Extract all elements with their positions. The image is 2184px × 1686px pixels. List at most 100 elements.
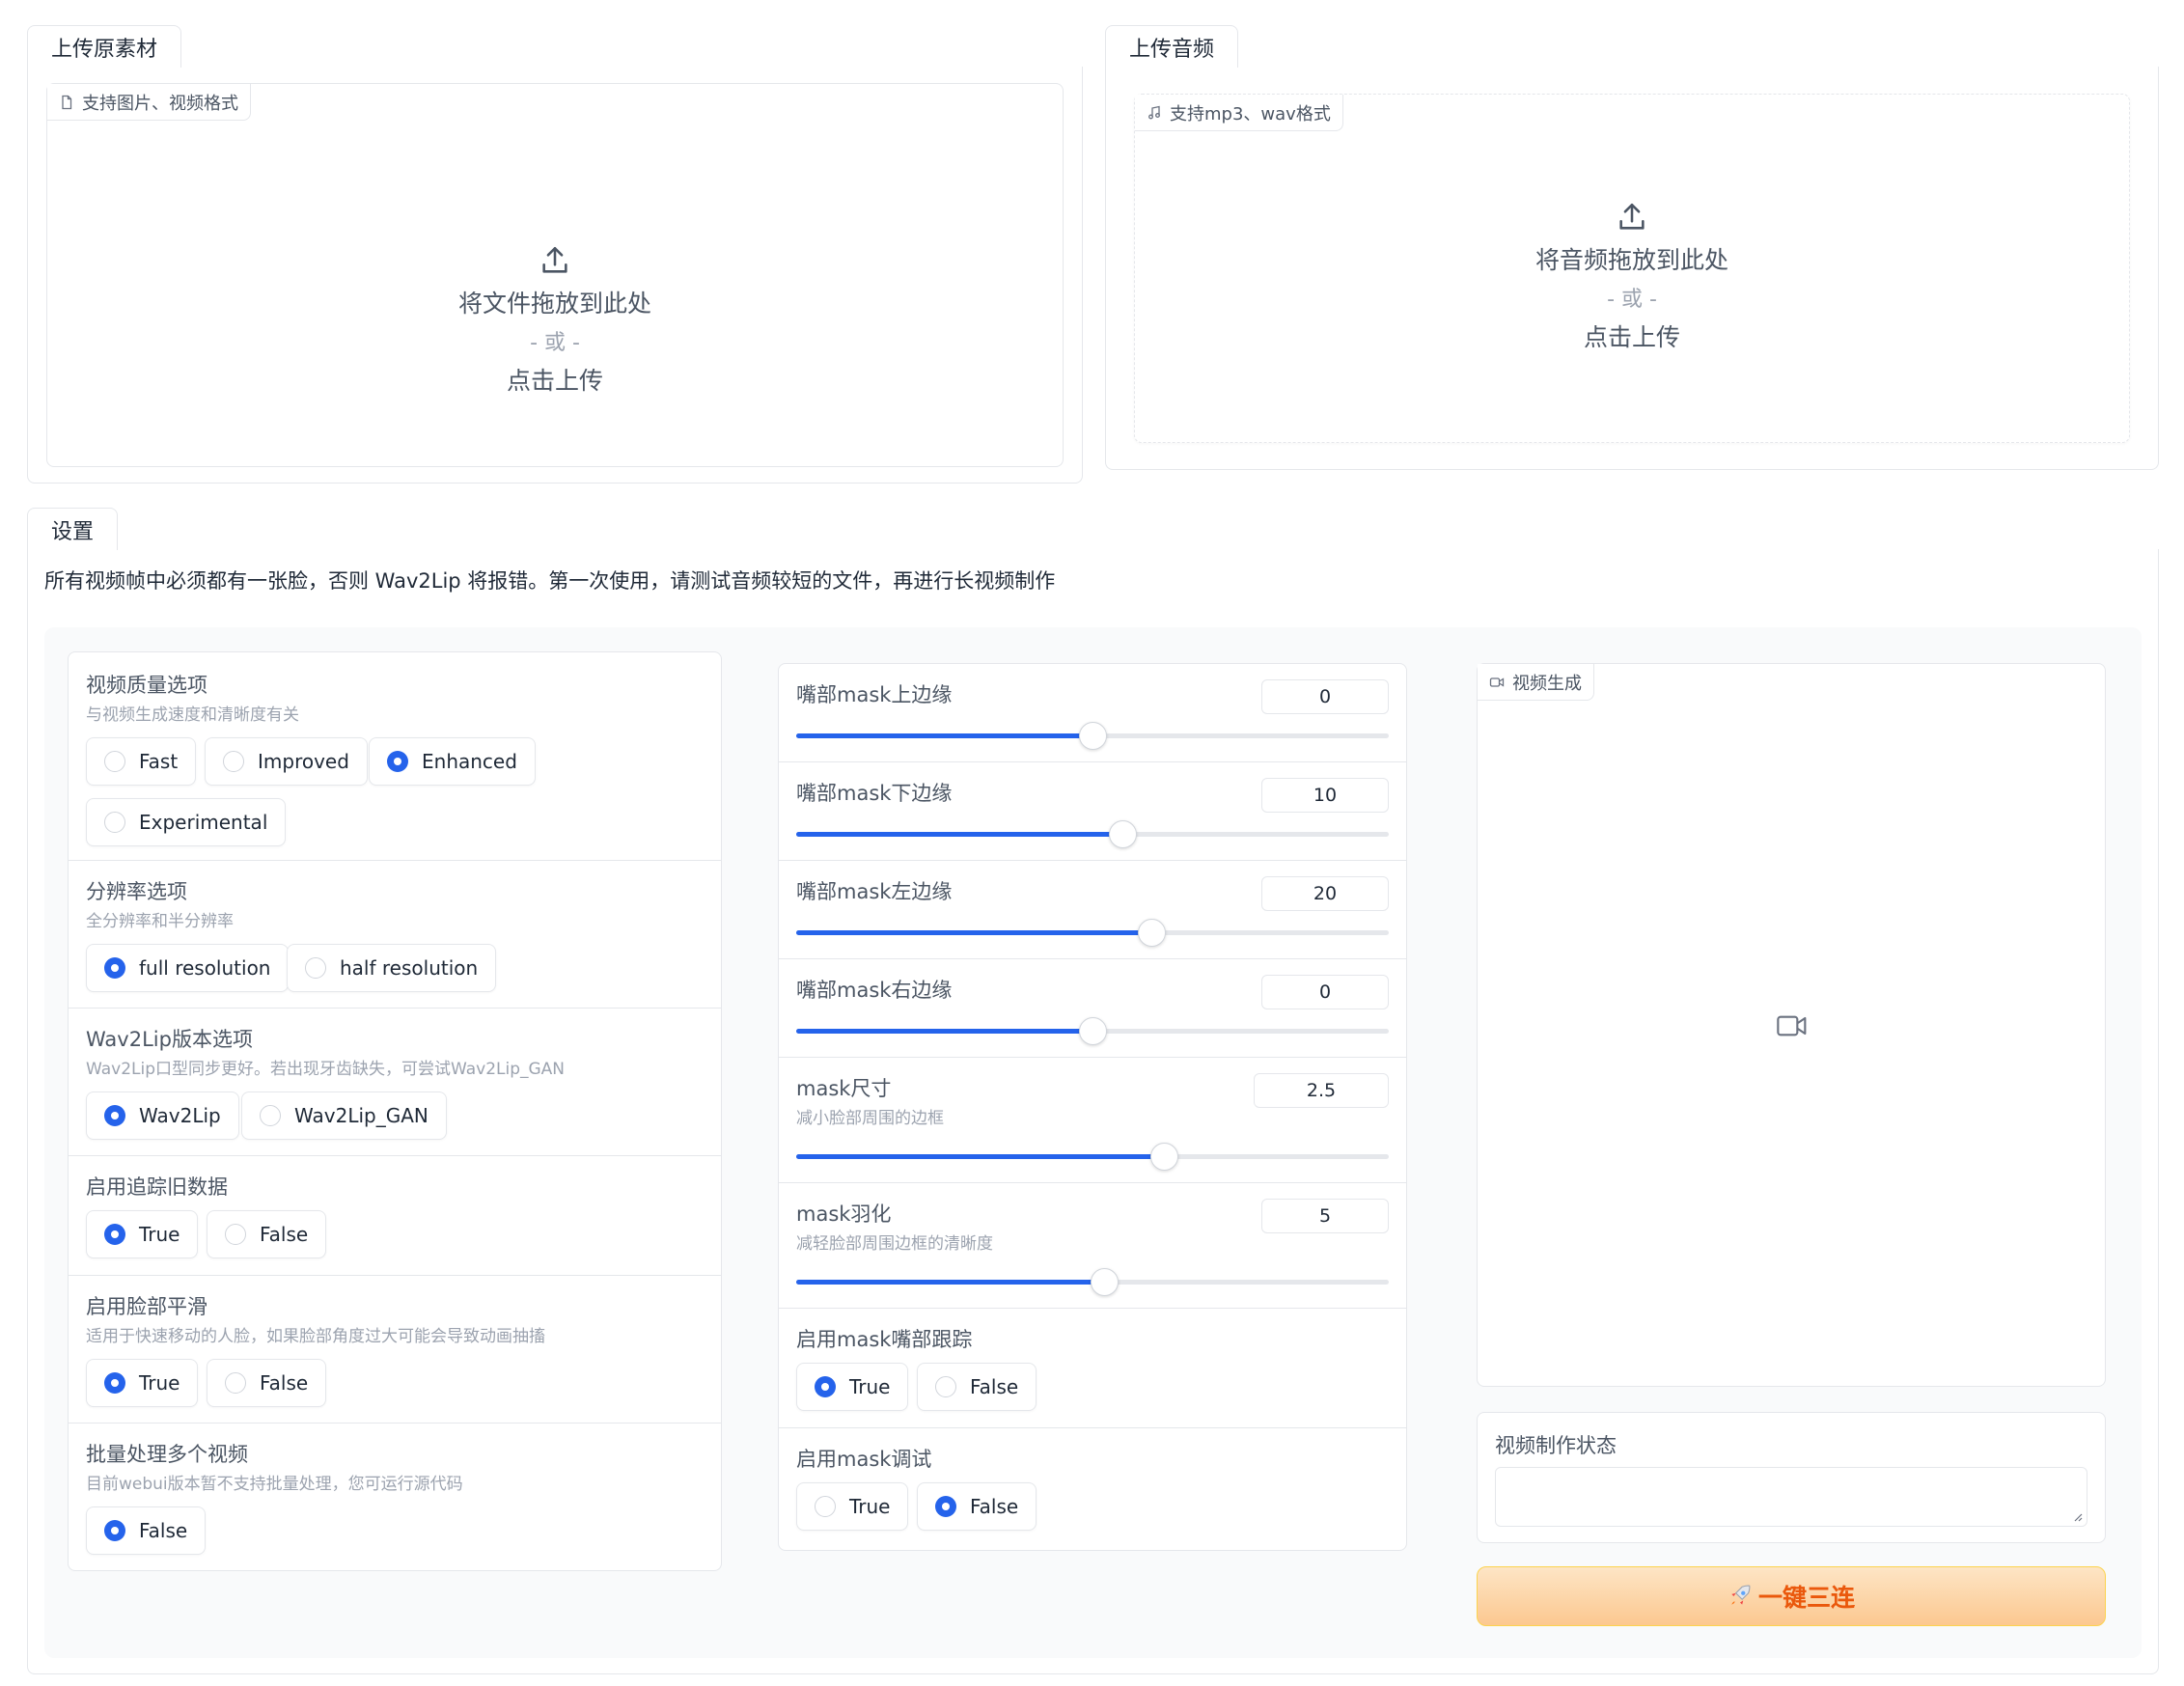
status-title: 视频制作状态 (1495, 1434, 1617, 1457)
batch-option-false[interactable]: False (86, 1506, 207, 1555)
quality-option-fast[interactable]: Fast (86, 737, 197, 786)
quality-option-experimental[interactable]: Experimental (86, 798, 287, 846)
resolution-section: 分辨率选项 全分辨率和半分辨率 full resolution half res… (69, 861, 721, 1009)
mask-feather-input[interactable]: 5 (1261, 1199, 1389, 1233)
mask-left-input[interactable]: 20 (1261, 876, 1389, 911)
upload-icon (542, 246, 567, 273)
resolution-option-label: full resolution (139, 956, 271, 980)
mask-debug-title: 启用mask调试 (796, 1448, 932, 1471)
smooth-info: 适用于快速移动的人脸，如果脸部角度过大可能会导致动画抽搐 (86, 1327, 545, 1346)
resolution-option-label: half resolution (340, 956, 479, 980)
quality-info: 与视频生成速度和清晰度有关 (86, 705, 299, 725)
slider-fill (796, 1154, 1164, 1159)
resolution-option-half[interactable]: half resolution (287, 944, 497, 992)
mask-debug-option-label: True (849, 1495, 891, 1518)
mask-top-row: 嘴部mask上边缘 0 (779, 664, 1406, 762)
quality-option-label: Fast (139, 750, 179, 773)
settings-notice: 所有视频帧中必须都有一张脸，否则 Wav2Lip 将报错。第一次使用，请测试音频… (44, 569, 1056, 593)
smooth-section: 启用脸部平滑 适用于快速移动的人脸，如果脸部角度过大可能会导致动画抽搐 True… (69, 1276, 721, 1423)
mask-feather-label: mask羽化 (796, 1202, 892, 1226)
mask-bottom-input[interactable]: 10 (1261, 778, 1389, 813)
rocket-icon (1731, 1585, 1751, 1605)
version-option-label: Wav2Lip (139, 1104, 221, 1127)
tracking-option-false[interactable]: False (207, 1210, 327, 1258)
audio-click-text: 点击上传 (1583, 323, 1680, 351)
slider-thumb[interactable] (1091, 1268, 1120, 1296)
tracking-option-label: False (260, 1223, 309, 1246)
mask-top-input[interactable]: 0 (1261, 679, 1389, 714)
mask-panel: 嘴部mask上边缘 0 嘴部mask下边缘 10 嘴部mask左边缘 20 嘴部… (778, 663, 1407, 1551)
slider-fill (796, 733, 1092, 738)
smooth-option-true[interactable]: True (86, 1359, 199, 1407)
slider-thumb[interactable] (1079, 722, 1107, 750)
video-icon (1489, 677, 1505, 687)
mask-debug-section: 启用mask调试 True False (779, 1428, 1406, 1550)
version-title: Wav2Lip版本选项 (86, 1028, 253, 1051)
mask-left-slider[interactable] (796, 919, 1389, 947)
resize-handle-icon[interactable] (2071, 1510, 2083, 1522)
mask-size-label: mask尺寸 (796, 1077, 892, 1100)
mask-feather-info: 减轻脸部周围边框的清晰度 (796, 1234, 993, 1254)
status-textarea[interactable] (1495, 1467, 2087, 1527)
slider-thumb[interactable] (1108, 820, 1137, 848)
batch-section: 批量处理多个视频 目前webui版本暂不支持批量处理，您可运行源代码 False (69, 1423, 721, 1570)
radio-dot-selected (104, 1520, 125, 1541)
resolution-info: 全分辨率和半分辨率 (86, 912, 234, 931)
music-icon (1148, 105, 1160, 119)
mask-size-row: mask尺寸 减小脸部周围的边框 2.5 (779, 1058, 1406, 1183)
version-option-wav2lip[interactable]: Wav2Lip (86, 1092, 239, 1140)
mask-right-row: 嘴部mask右边缘 0 (779, 959, 1406, 1058)
mask-right-slider[interactable] (796, 1017, 1389, 1045)
tab-settings[interactable]: 设置 (27, 508, 119, 550)
slider-thumb[interactable] (1149, 1143, 1178, 1171)
quality-title: 视频质量选项 (86, 674, 207, 697)
mask-debug-option-label: False (970, 1495, 1019, 1518)
mask-bottom-slider[interactable] (796, 820, 1389, 848)
mask-size-input[interactable]: 2.5 (1254, 1073, 1389, 1108)
video-output[interactable]: 视频生成 (1477, 663, 2106, 1387)
mask-debug-option-true[interactable]: True (796, 1482, 909, 1531)
quality-option-label: Experimental (139, 811, 268, 834)
mask-feather-slider[interactable] (796, 1268, 1389, 1296)
slider-thumb[interactable] (1138, 919, 1167, 947)
mouth-tracking-section: 启用mask嘴部跟踪 True False (779, 1309, 1406, 1428)
mouth-tracking-option-true[interactable]: True (796, 1363, 909, 1411)
radio-dot (260, 1105, 281, 1126)
tracking-title: 启用追踪旧数据 (86, 1175, 228, 1199)
mask-right-label: 嘴部mask右边缘 (796, 979, 953, 1002)
quality-section: 视频质量选项 与视频生成速度和清晰度有关 Fast Improved Enhan… (69, 652, 721, 861)
tab-upload-audio[interactable]: 上传音频 (1105, 25, 1239, 68)
audio-dropzone[interactable]: 支持mp3、wav格式 将音频拖放到此处 - 或 - 点击上传 (1134, 94, 2130, 443)
resolution-title: 分辨率选项 (86, 880, 187, 903)
mask-size-slider[interactable] (796, 1143, 1389, 1171)
mask-right-input[interactable]: 0 (1261, 975, 1389, 1009)
mask-bottom-row: 嘴部mask下边缘 10 (779, 762, 1406, 861)
tracking-section: 启用追踪旧数据 True False (69, 1156, 721, 1276)
audio-or-text: - 或 - (1607, 288, 1657, 312)
radio-dot (225, 1372, 246, 1394)
tracking-option-true[interactable]: True (86, 1210, 199, 1258)
run-button-label: 一键三连 (1757, 1584, 1855, 1612)
version-option-wav2lip-gan[interactable]: Wav2Lip_GAN (241, 1092, 447, 1140)
version-section: Wav2Lip版本选项 Wav2Lip口型同步更好。若出现牙齿缺失，可尝试Wav… (69, 1009, 721, 1156)
mouth-tracking-option-false[interactable]: False (917, 1363, 1037, 1411)
mask-top-slider[interactable] (796, 722, 1389, 750)
radio-dot-selected (104, 1372, 125, 1394)
slider-fill (796, 1029, 1092, 1034)
video-output-label: 视频生成 (1512, 673, 1582, 694)
mask-size-info: 减小脸部周围的边框 (796, 1109, 944, 1128)
radio-dot (815, 1496, 836, 1517)
quality-option-enhanced[interactable]: Enhanced (369, 737, 536, 786)
mask-left-label: 嘴部mask左边缘 (796, 880, 953, 903)
tab-upload-material[interactable]: 上传原素材 (27, 25, 182, 68)
slider-thumb[interactable] (1079, 1017, 1107, 1045)
mask-debug-option-false[interactable]: False (917, 1482, 1037, 1531)
radio-dot (935, 1376, 956, 1397)
smooth-option-false[interactable]: False (207, 1359, 327, 1407)
quality-option-improved[interactable]: Improved (205, 737, 368, 786)
run-button[interactable]: 一键三连 (1477, 1566, 2106, 1626)
tracking-option-label: True (139, 1223, 180, 1246)
radio-dot-selected (104, 1224, 125, 1245)
material-dropzone[interactable]: 支持图片、视频格式 将文件拖放到此处 - 或 - 点击上传 (46, 83, 1064, 467)
resolution-option-full[interactable]: full resolution (86, 944, 290, 992)
